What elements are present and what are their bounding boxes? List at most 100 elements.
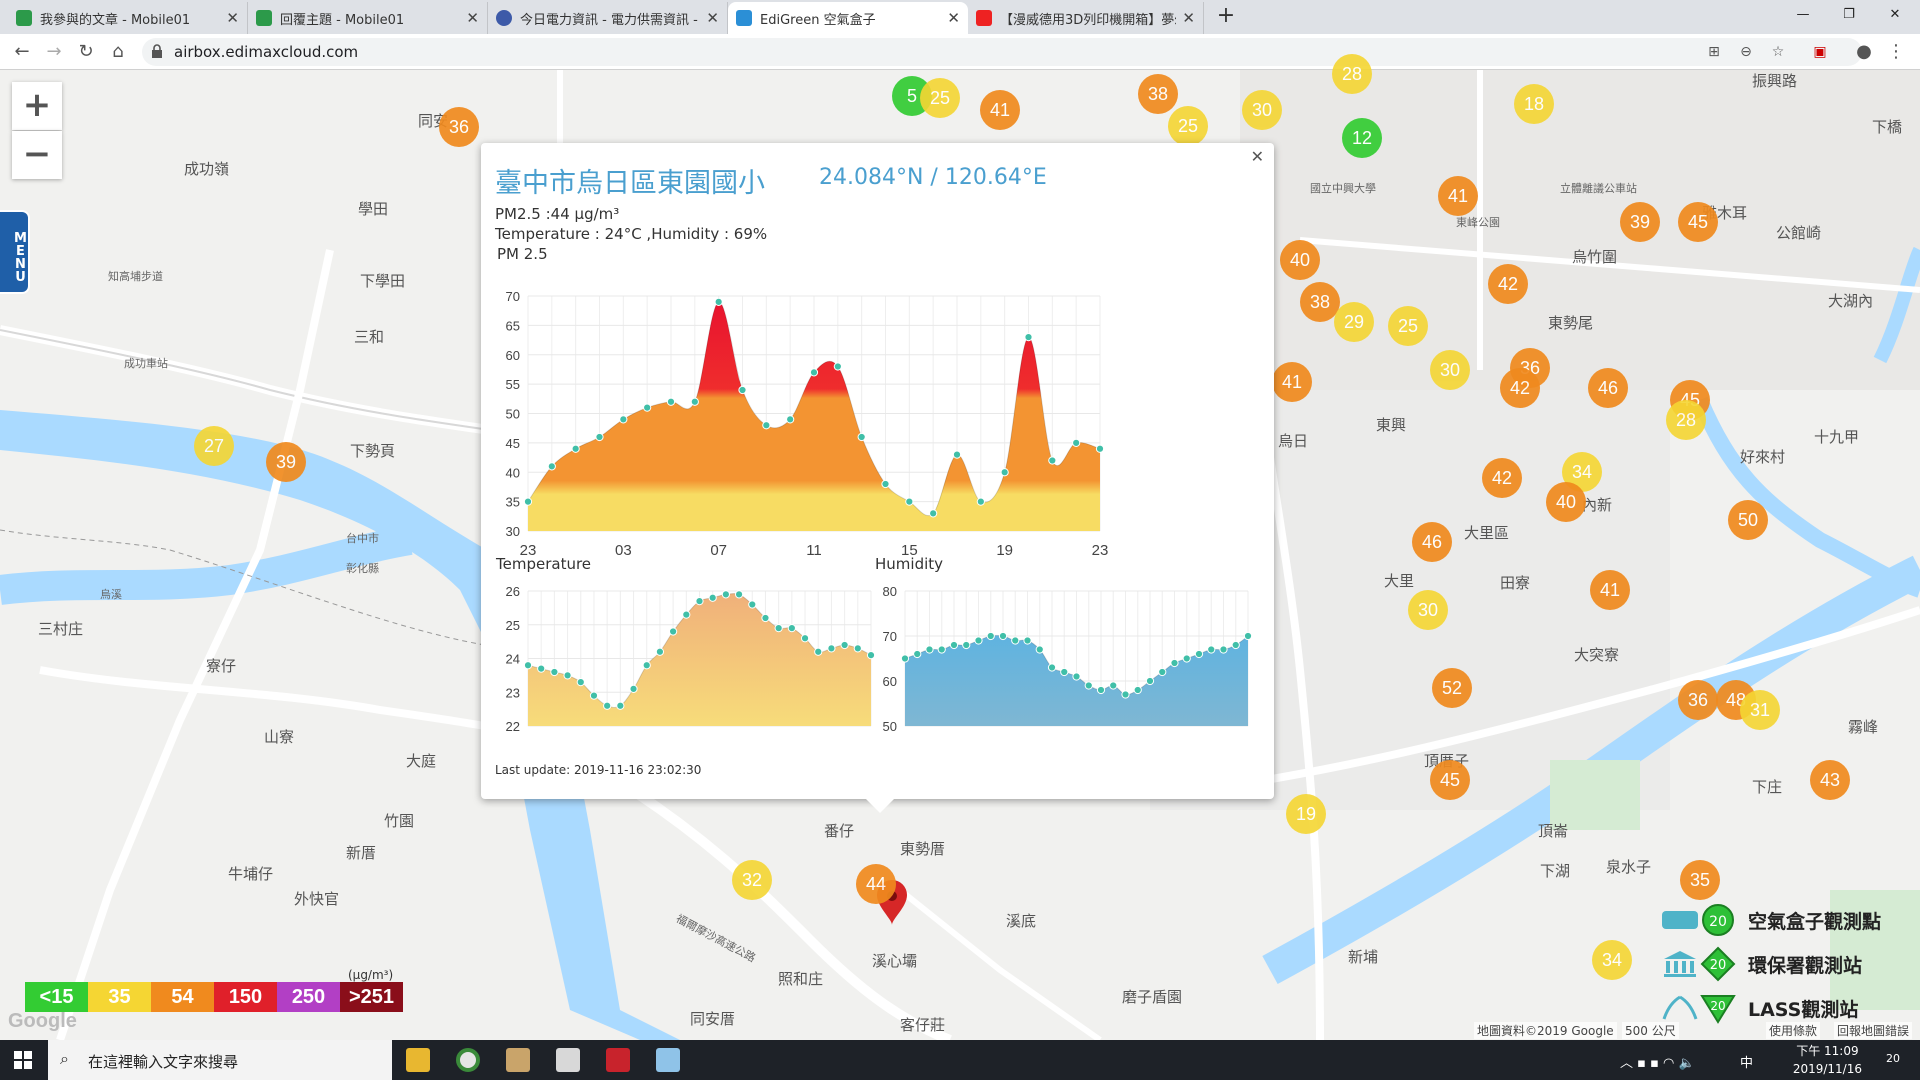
close-tab-icon[interactable]: ✕ — [706, 9, 719, 27]
lass-icon — [1662, 995, 1698, 1020]
report-link[interactable]: 回報地圖錯誤 — [1834, 1022, 1913, 1039]
sensor-bubble[interactable]: 41 — [980, 90, 1020, 130]
bookmark-star-icon[interactable]: ☆ — [1768, 42, 1788, 62]
browser-tab[interactable]: 今日電力資訊 - 電力供需資訊 - 台 ✕ — [488, 2, 728, 34]
chrome-icon[interactable] — [456, 1048, 480, 1072]
key-value: 20 — [1709, 914, 1727, 930]
close-tab-icon[interactable]: ✕ — [466, 9, 479, 27]
key-label: LASS觀測站 — [1748, 998, 1859, 1021]
sensor-bubble[interactable]: 41 — [1272, 362, 1312, 402]
sensor-bubble[interactable]: 35 — [1680, 860, 1720, 900]
map-label: 振興路 — [1752, 72, 1798, 90]
close-window-icon[interactable]: ✕ — [1872, 0, 1918, 30]
sensor-bubble[interactable]: 29 — [1334, 302, 1374, 342]
profile-icon[interactable]: ● — [1852, 40, 1876, 64]
map[interactable]: 成功嶺 學田 下學田 知高埔步道 三和 成功車站 下勢頁 同安 台中市 彰化縣 … — [0, 54, 1920, 1040]
map-label: 成功車站 — [124, 357, 168, 370]
back-icon[interactable]: ← — [10, 40, 34, 64]
map-label: 牛埔仔 — [228, 865, 274, 883]
minimize-icon[interactable]: — — [1780, 0, 1826, 30]
sensor-bubble[interactable]: 46 — [1412, 522, 1452, 562]
sensor-bubble[interactable]: 46 — [1588, 368, 1628, 408]
close-tab-icon[interactable]: ✕ — [226, 9, 239, 27]
sensor-bubble[interactable]: 25 — [920, 78, 960, 118]
sensor-bubble[interactable]: 30 — [1408, 590, 1448, 630]
sensor-bubble[interactable]: 42 — [1500, 368, 1540, 408]
sensor-bubble[interactable]: 30 — [1242, 90, 1282, 130]
zoom-out-button[interactable]: − — [12, 131, 62, 179]
ime-indicator[interactable]: 中 — [1740, 1052, 1753, 1071]
sensor-bubble[interactable]: 41 — [1438, 176, 1478, 216]
address-bar[interactable]: airbox.edimaxcloud.com ⊞ ⊖ ☆ — [142, 38, 1862, 66]
sensor-bubble[interactable]: 30 — [1430, 350, 1470, 390]
reload-icon[interactable]: ↻ — [74, 40, 98, 64]
menu-button[interactable]: MENU — [0, 210, 30, 294]
pm25-point — [833, 362, 842, 371]
sensor-bubble[interactable]: 19 — [1286, 794, 1326, 834]
close-tab-icon[interactable]: ✕ — [947, 9, 960, 27]
notification-badge[interactable]: 20 — [1886, 1052, 1900, 1065]
temperature-point — [748, 600, 757, 609]
pm25-point — [1024, 333, 1033, 342]
temperature-point — [695, 597, 704, 606]
sensor-bubble[interactable]: 34 — [1592, 940, 1632, 980]
sensor-bubble[interactable]: 43 — [1810, 760, 1850, 800]
windows-start-icon[interactable] — [14, 1051, 32, 1069]
app-icon[interactable] — [506, 1048, 530, 1072]
more-menu-icon[interactable]: ⋮ — [1884, 40, 1908, 64]
taskbar: ⌕ 在這裡輸入文字來搜尋 ︿ ▪ ▪ ◠ 🔈 中 下午 11:09 2019/1… — [0, 1040, 1920, 1080]
sensor-bubble[interactable]: 18 — [1514, 84, 1554, 124]
pm25-xtick-label: 11 — [806, 542, 822, 559]
sensor-bubble[interactable]: 39 — [266, 442, 306, 482]
taskbar-search[interactable]: ⌕ 在這裡輸入文字來搜尋 — [48, 1040, 392, 1080]
zoom-icon[interactable]: ⊖ — [1736, 42, 1756, 62]
sensor-bubble[interactable]: 42 — [1482, 458, 1522, 498]
humidity-point — [937, 645, 946, 654]
close-tab-icon[interactable]: ✕ — [1182, 9, 1195, 27]
app-icon[interactable] — [656, 1048, 680, 1072]
extension-icon[interactable]: ▣ — [1808, 40, 1832, 64]
sensor-bubble[interactable]: 42 — [1488, 264, 1528, 304]
sensor-bubble[interactable]: 25 — [1388, 306, 1428, 346]
map-label: 磨子盾園 — [1122, 988, 1183, 1006]
app-icon[interactable] — [556, 1048, 580, 1072]
sensor-bubble[interactable]: 25 — [1168, 106, 1208, 146]
sensor-bubble[interactable]: 44 — [856, 864, 896, 904]
sensor-bubble[interactable]: 28 — [1332, 54, 1372, 94]
sensor-bubble[interactable]: 39 — [1620, 202, 1660, 242]
legend-item: 35 — [88, 982, 151, 1012]
sensor-bubble[interactable]: 32 — [732, 860, 772, 900]
restore-icon[interactable]: ❐ — [1826, 0, 1872, 30]
temperature-point — [774, 624, 783, 633]
sensor-bubble[interactable]: 50 — [1728, 500, 1768, 540]
browser-tab-active[interactable]: EdiGreen 空氣盒子 ✕ — [728, 2, 968, 34]
browser-tab[interactable]: 【漫威德用3D列印機開箱】夢幻 ✕ — [968, 2, 1204, 34]
new-tab-button[interactable]: + — [1212, 2, 1240, 30]
sensor-bubble[interactable]: 45 — [1678, 202, 1718, 242]
sensor-bubble[interactable]: 36 — [439, 107, 479, 147]
translate-icon[interactable]: ⊞ — [1704, 42, 1724, 62]
app-icon[interactable] — [606, 1048, 630, 1072]
sensor-bubble[interactable]: 40 — [1546, 482, 1586, 522]
sensor-bubble[interactable]: 40 — [1280, 240, 1320, 280]
file-explorer-icon[interactable] — [406, 1048, 430, 1072]
sensor-bubble[interactable]: 28 — [1666, 400, 1706, 440]
sensor-bubble[interactable]: 41 — [1590, 570, 1630, 610]
sensor-bubble[interactable]: 38 — [1138, 74, 1178, 114]
map-label: 照和庄 — [778, 970, 824, 988]
favicon-icon — [496, 10, 512, 26]
browser-tab[interactable]: 我參與的文章 - Mobile01 ✕ — [8, 2, 248, 34]
tray-icons[interactable]: ︿ ▪ ▪ ◠ 🔈 — [1620, 1052, 1695, 1071]
home-icon[interactable]: ⌂ — [106, 40, 130, 64]
terms-link[interactable]: 使用條款 — [1766, 1022, 1821, 1039]
zoom-in-button[interactable]: + — [12, 82, 62, 130]
sensor-bubble[interactable]: 52 — [1432, 668, 1472, 708]
browser-tab[interactable]: 回覆主題 - Mobile01 ✕ — [248, 2, 488, 34]
sensor-bubble[interactable]: 12 — [1342, 118, 1382, 158]
sensor-bubble[interactable]: 36 — [1678, 680, 1718, 720]
sensor-bubble[interactable]: 31 — [1740, 690, 1780, 730]
sensor-bubble[interactable]: 27 — [194, 426, 234, 466]
forward-icon[interactable]: → — [42, 40, 66, 64]
clock[interactable]: 下午 11:09 2019/11/16 — [1793, 1042, 1862, 1078]
sensor-bubble[interactable]: 45 — [1430, 760, 1470, 800]
